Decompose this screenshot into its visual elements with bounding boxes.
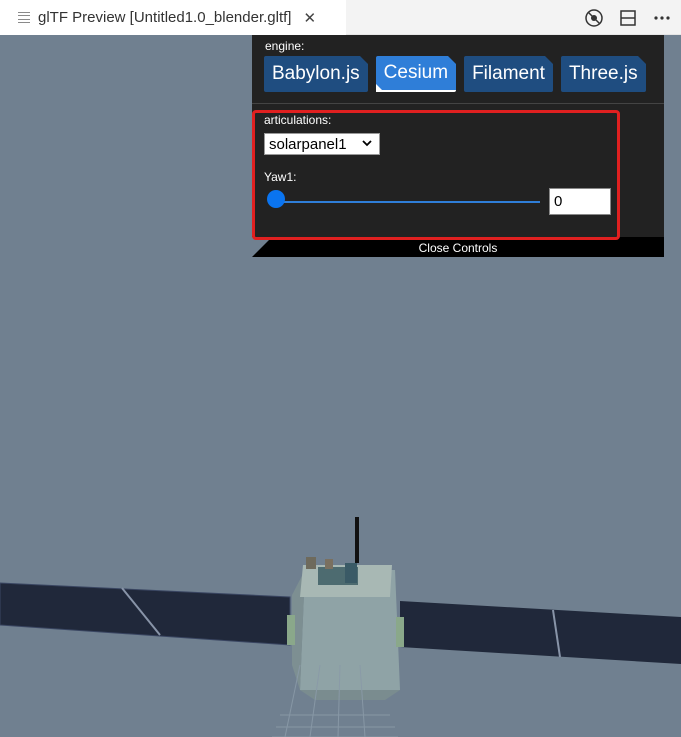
close-icon[interactable]: ✕ <box>303 9 316 27</box>
articulations-select-value: solarpanel1 <box>269 135 347 153</box>
engine-selector: Babylon.js Cesium Filament Three.js <box>264 56 646 92</box>
articulations-select[interactable]: solarpanel1 <box>264 133 380 155</box>
editor-actions <box>583 0 673 35</box>
preview-icon <box>18 11 30 24</box>
controls-panel: engine: Babylon.js Cesium Filament Three… <box>252 35 664 257</box>
yaw-slider-thumb[interactable] <box>267 190 285 208</box>
yaw-slider-track[interactable] <box>276 201 540 203</box>
articulations-label: articulations: <box>264 113 332 127</box>
engine-threejs-button[interactable]: Three.js <box>560 56 646 92</box>
yaw-value-input[interactable]: 0 <box>549 188 611 215</box>
more-icon[interactable] <box>651 7 673 29</box>
yaw-label: Yaw1: <box>264 170 297 184</box>
divider <box>252 103 664 104</box>
debug-icon[interactable] <box>583 7 605 29</box>
editor-tab-bar: glTF Preview [Untitled1.0_blender.gltf] … <box>0 0 681 35</box>
close-controls-button[interactable]: Close Controls <box>252 237 664 257</box>
engine-label: engine: <box>265 39 305 53</box>
engine-cesium-button[interactable]: Cesium <box>375 56 457 92</box>
chevron-down-icon <box>361 137 373 152</box>
tab-title: glTF Preview [Untitled1.0_blender.gltf] <box>38 9 292 26</box>
split-editor-icon[interactable] <box>617 7 639 29</box>
engine-babylon-button[interactable]: Babylon.js <box>264 56 368 92</box>
editor-tab[interactable]: glTF Preview [Untitled1.0_blender.gltf] … <box>0 0 346 35</box>
engine-filament-button[interactable]: Filament <box>464 56 553 92</box>
